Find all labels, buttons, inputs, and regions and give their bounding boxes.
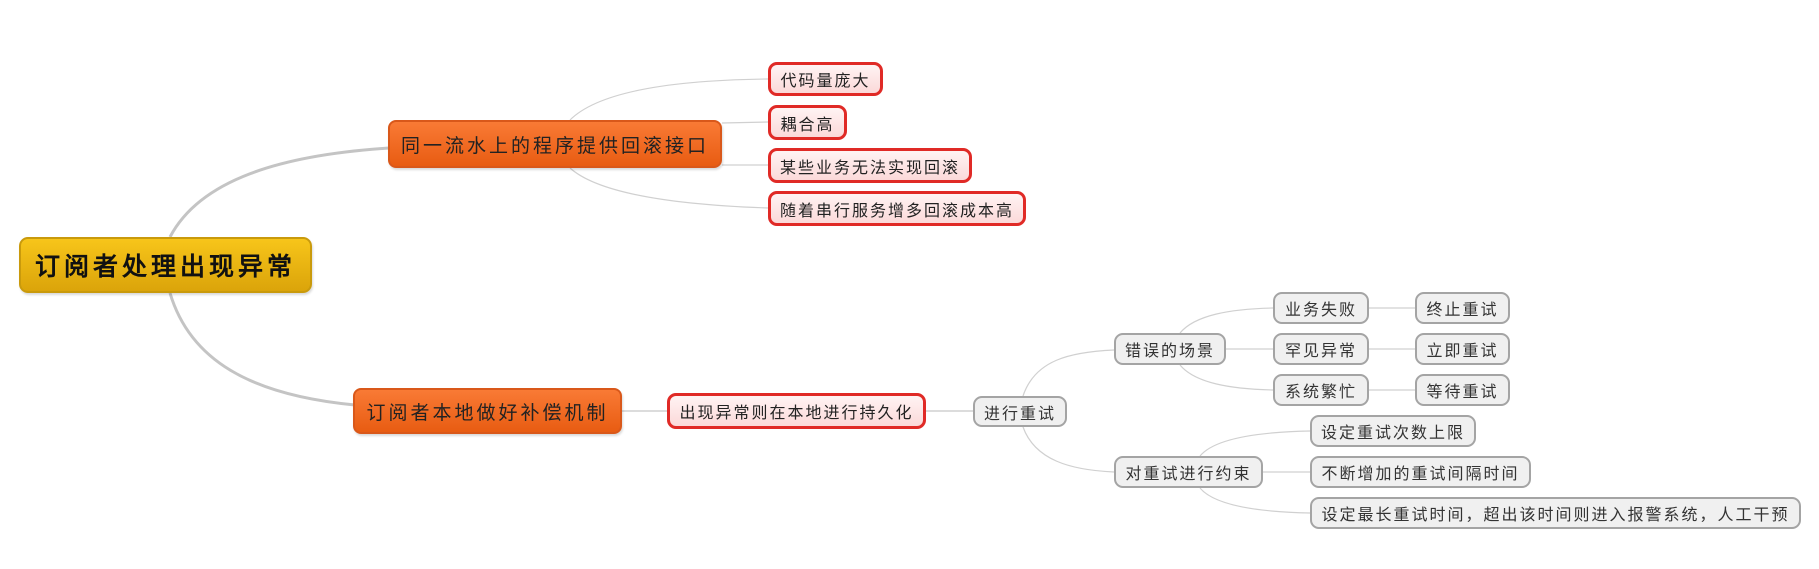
- scenario-rare-exception[interactable]: 罕见异常: [1273, 333, 1369, 365]
- link-retry-scenario: [1022, 349, 1115, 397]
- link-root-branch1: [168, 146, 391, 238]
- branch-rollback-interface[interactable]: 同一流水上的程序提供回滚接口: [388, 120, 722, 168]
- link-b1-leaf1: [569, 78, 769, 121]
- leaf-code-volume[interactable]: 代码量庞大: [768, 62, 883, 96]
- link-constraint-3: [1199, 487, 1311, 514]
- constraint-max-count[interactable]: 设定重试次数上限: [1310, 415, 1476, 447]
- scenario-business-failure[interactable]: 业务失败: [1273, 292, 1369, 324]
- node-retry-constraints[interactable]: 对重试进行约束: [1114, 456, 1263, 488]
- scenario-system-busy[interactable]: 系统繁忙: [1273, 374, 1369, 406]
- node-retry[interactable]: 进行重试: [973, 396, 1067, 427]
- branch-local-compensation[interactable]: 订阅者本地做好补偿机制: [353, 388, 622, 434]
- link-constraint-1: [1199, 430, 1311, 457]
- constraint-increasing-interval[interactable]: 不断增加的重试间隔时间: [1310, 456, 1531, 488]
- node-error-scenarios[interactable]: 错误的场景: [1114, 333, 1226, 365]
- leaf-rollback-cost[interactable]: 随着串行服务增多回滚成本高: [768, 191, 1026, 226]
- link-scenario-1: [1179, 307, 1274, 334]
- link-scenario-3: [1179, 364, 1274, 391]
- action-retry-now[interactable]: 立即重试: [1415, 333, 1510, 365]
- root-node[interactable]: 订阅者处理出现异常: [19, 237, 312, 293]
- node-local-persist[interactable]: 出现异常则在本地进行持久化: [667, 393, 926, 429]
- link-b1-leaf4: [569, 167, 769, 209]
- leaf-high-coupling[interactable]: 耦合高: [768, 105, 847, 140]
- action-stop-retry[interactable]: 终止重试: [1415, 292, 1510, 324]
- link-retry-constraint: [1022, 426, 1115, 473]
- link-root-branch2: [168, 292, 356, 407]
- link-b1-leaf2: [721, 121, 769, 124]
- action-wait-retry[interactable]: 等待重试: [1415, 374, 1510, 406]
- constraint-max-duration[interactable]: 设定最长重试时间，超出该时间则进入报警系统，人工干预: [1310, 497, 1801, 529]
- leaf-no-rollback[interactable]: 某些业务无法实现回滚: [768, 148, 972, 183]
